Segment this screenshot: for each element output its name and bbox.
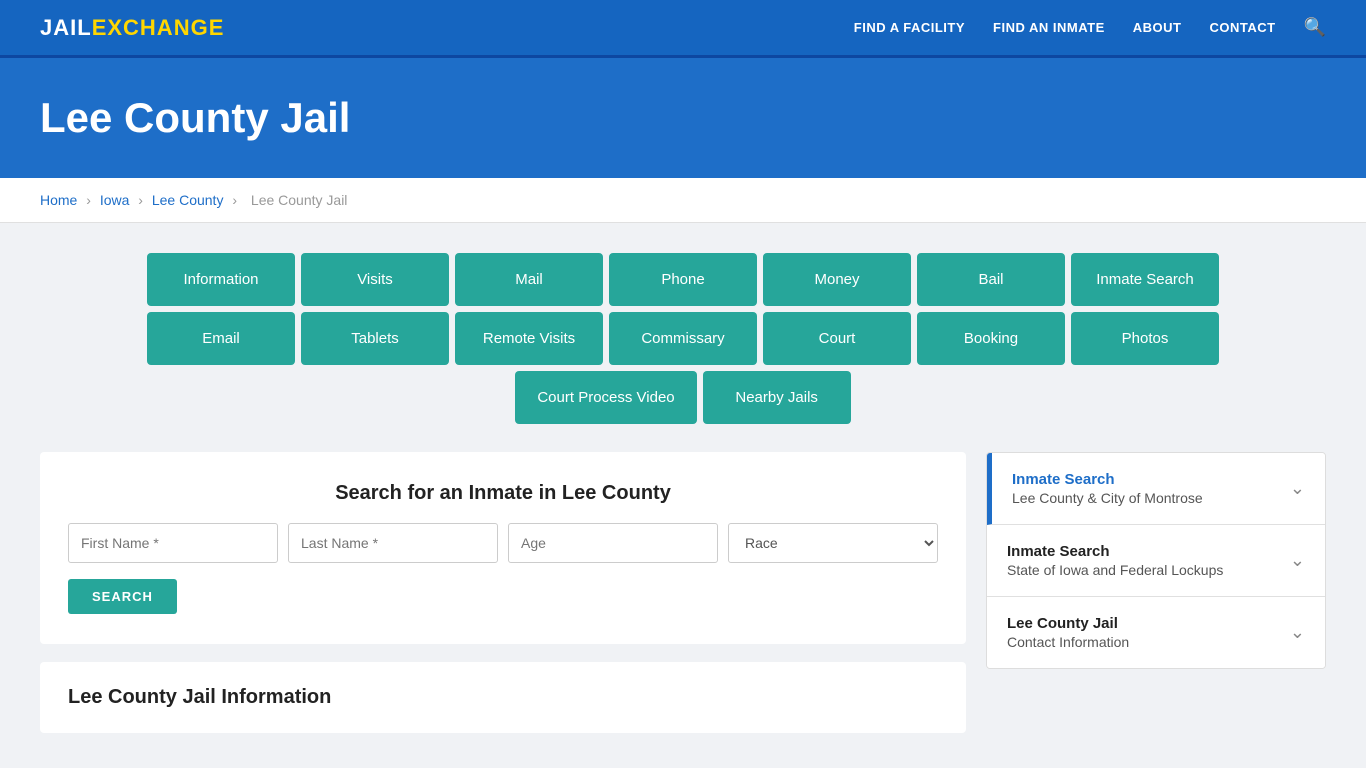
sidebar-item-contact-info[interactable]: Lee County Jail Contact Information ⌄	[987, 597, 1325, 668]
main-area: Information Visits Mail Phone Money Bail…	[0, 223, 1366, 763]
btn-inmate-search[interactable]: Inmate Search	[1071, 253, 1219, 306]
sidebar-item-subtitle-local: Lee County & City of Montrose	[1012, 490, 1203, 506]
sidebar-item-text-local: Inmate Search Lee County & City of Montr…	[1012, 471, 1203, 506]
nav-find-facility[interactable]: FIND A FACILITY	[854, 20, 965, 35]
sidebar-item-inmate-search-local[interactable]: Inmate Search Lee County & City of Montr…	[987, 453, 1325, 525]
sidebar-item-subtitle-state: State of Iowa and Federal Lockups	[1007, 562, 1223, 578]
sidebar-item-subtitle-contact: Contact Information	[1007, 634, 1129, 650]
nav-btn-row-3: Court Process Video Nearby Jails	[515, 371, 850, 424]
btn-information[interactable]: Information	[147, 253, 295, 306]
btn-visits[interactable]: Visits	[301, 253, 449, 306]
age-input[interactable]	[508, 523, 718, 563]
breadcrumb-home[interactable]: Home	[40, 192, 77, 208]
nav-btn-row-2: Email Tablets Remote Visits Commissary C…	[147, 312, 1219, 365]
nav-about[interactable]: ABOUT	[1133, 20, 1182, 35]
chevron-down-icon-contact: ⌄	[1290, 622, 1305, 643]
chevron-down-icon-state: ⌄	[1290, 550, 1305, 571]
nav-find-inmate[interactable]: FIND AN INMATE	[993, 20, 1105, 35]
btn-court-process-video[interactable]: Court Process Video	[515, 371, 696, 424]
site-logo[interactable]: JAILEXCHANGE	[40, 15, 224, 41]
sidebar-item-inmate-search-state[interactable]: Inmate Search State of Iowa and Federal …	[987, 525, 1325, 597]
search-button[interactable]: SEARCH	[68, 579, 177, 614]
btn-phone[interactable]: Phone	[609, 253, 757, 306]
search-icon[interactable]: 🔍	[1304, 17, 1326, 38]
nav-links: FIND A FACILITY FIND AN INMATE ABOUT CON…	[854, 17, 1326, 38]
breadcrumb-sep-3: ›	[232, 192, 237, 208]
btn-booking[interactable]: Booking	[917, 312, 1065, 365]
content-sidebar-wrapper: Search for an Inmate in Lee County RaceW…	[40, 452, 1326, 733]
nav-contact[interactable]: CONTACT	[1209, 20, 1275, 35]
breadcrumb-sep-1: ›	[86, 192, 91, 208]
navbar: JAILEXCHANGE FIND A FACILITY FIND AN INM…	[0, 0, 1366, 58]
btn-tablets[interactable]: Tablets	[301, 312, 449, 365]
search-panel: Search for an Inmate in Lee County RaceW…	[40, 452, 966, 644]
btn-email[interactable]: Email	[147, 312, 295, 365]
info-heading: Lee County Jail Information	[68, 686, 938, 709]
breadcrumb-lee-county[interactable]: Lee County	[152, 192, 224, 208]
nav-btn-row-1: Information Visits Mail Phone Money Bail…	[147, 253, 1219, 306]
breadcrumb-current: Lee County Jail	[251, 192, 348, 208]
chevron-down-icon-local: ⌄	[1290, 478, 1305, 499]
nav-button-grid: Information Visits Mail Phone Money Bail…	[40, 253, 1326, 424]
btn-money[interactable]: Money	[763, 253, 911, 306]
sidebar-item-title-state: Inmate Search	[1007, 543, 1223, 560]
btn-bail[interactable]: Bail	[917, 253, 1065, 306]
search-fields: RaceWhiteBlackHispanicAsianOther	[68, 523, 938, 563]
sidebar-item-title-contact: Lee County Jail	[1007, 615, 1129, 632]
btn-nearby-jails[interactable]: Nearby Jails	[703, 371, 851, 424]
sidebar-item-text-contact: Lee County Jail Contact Information	[1007, 615, 1129, 650]
btn-remote-visits[interactable]: Remote Visits	[455, 312, 603, 365]
breadcrumb-sep-2: ›	[138, 192, 143, 208]
btn-court[interactable]: Court	[763, 312, 911, 365]
first-name-input[interactable]	[68, 523, 278, 563]
breadcrumb: Home › Iowa › Lee County › Lee County Ja…	[0, 178, 1366, 223]
sidebar: Inmate Search Lee County & City of Montr…	[986, 452, 1326, 669]
info-section: Lee County Jail Information	[40, 662, 966, 733]
logo-exchange: EXCHANGE	[92, 15, 225, 40]
btn-photos[interactable]: Photos	[1071, 312, 1219, 365]
btn-commissary[interactable]: Commissary	[609, 312, 757, 365]
left-content: Search for an Inmate in Lee County RaceW…	[40, 452, 966, 733]
race-select[interactable]: RaceWhiteBlackHispanicAsianOther	[728, 523, 938, 563]
btn-mail[interactable]: Mail	[455, 253, 603, 306]
page-title: Lee County Jail	[40, 94, 1326, 142]
breadcrumb-iowa[interactable]: Iowa	[100, 192, 130, 208]
last-name-input[interactable]	[288, 523, 498, 563]
sidebar-item-text-state: Inmate Search State of Iowa and Federal …	[1007, 543, 1223, 578]
search-title: Search for an Inmate in Lee County	[68, 482, 938, 505]
hero-section: Lee County Jail	[0, 58, 1366, 178]
sidebar-item-title-local: Inmate Search	[1012, 471, 1203, 488]
logo-jail: JAIL	[40, 15, 92, 40]
